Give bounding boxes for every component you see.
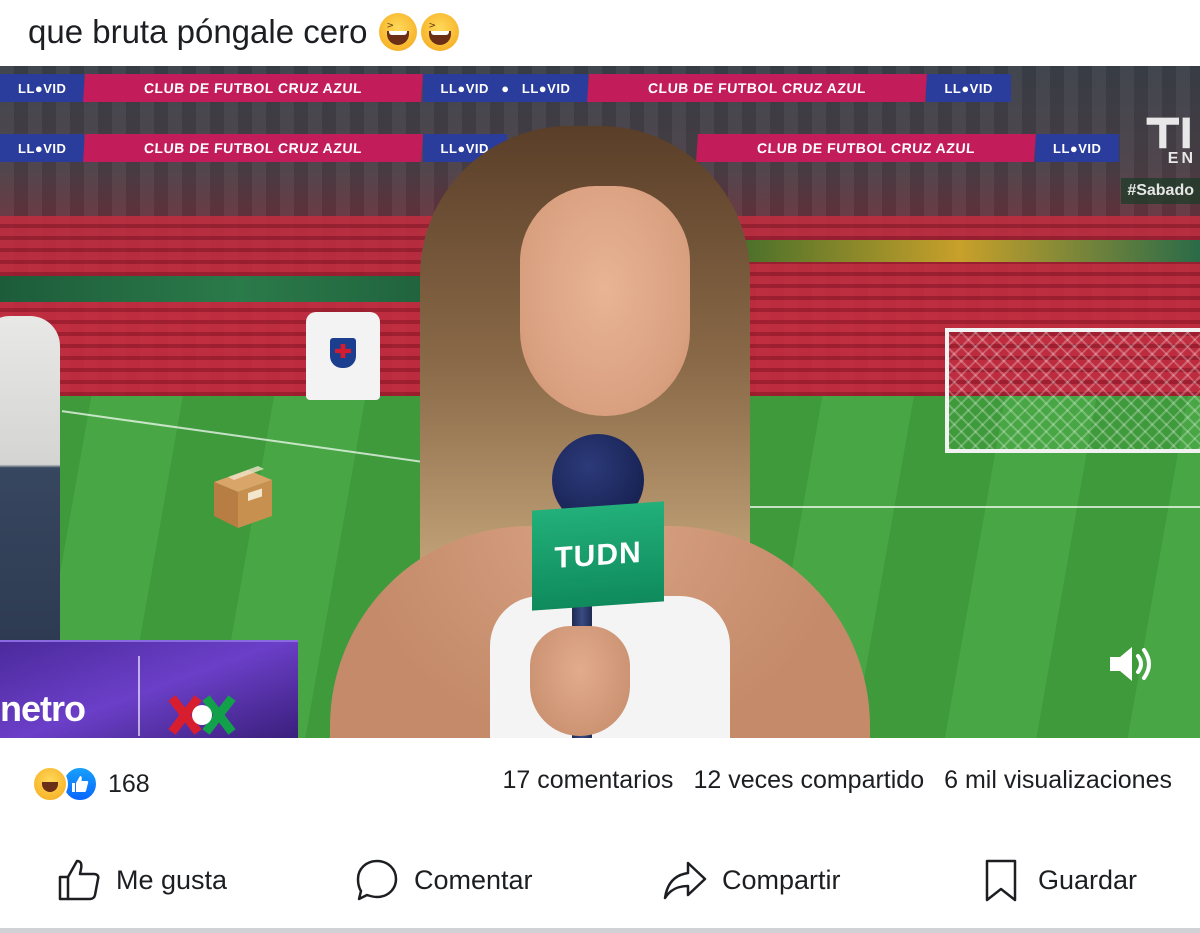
shares-count-link[interactable]: 12 veces compartido xyxy=(693,766,924,795)
comment-bubble-icon xyxy=(356,859,398,901)
mic-flag-logo: TUDN xyxy=(532,501,664,611)
like-label: Me gusta xyxy=(116,864,228,895)
bookmark-icon xyxy=(985,859,1017,902)
person-figure xyxy=(0,316,60,646)
share-label: Compartir xyxy=(722,864,841,895)
tv-logo-icon xyxy=(1146,117,1190,149)
reactions-summary[interactable]: 168 xyxy=(32,766,150,802)
grinning-squinting-face-icon: >< xyxy=(421,13,460,51)
caption-text: que bruta póngale cero xyxy=(28,13,368,50)
goal-net xyxy=(945,328,1200,453)
reporter: TUDN xyxy=(330,126,870,738)
video-player[interactable]: LL●VID CLUB DE FUTBOL CRUZ AZUL LL●VID ●… xyxy=(0,66,1200,738)
banner-text: CLUB DE FUTBOL CRUZ AZUL xyxy=(83,74,424,102)
comment-button[interactable]: Comentar xyxy=(354,852,533,908)
stadium-banner-top: LL●VID CLUB DE FUTBOL CRUZ AZUL LL●VID ●… xyxy=(0,74,1200,102)
banner-text: CLUB DE FUTBOL CRUZ AZUL xyxy=(587,74,928,102)
grinning-squinting-face-icon: >< xyxy=(379,13,418,51)
haha-reaction-icon xyxy=(32,766,68,802)
share-button[interactable]: Compartir xyxy=(662,852,841,908)
share-arrow-icon xyxy=(663,861,707,900)
views-count: 6 mil visualizaciones xyxy=(944,766,1172,794)
broadcast-ticker: netro xyxy=(0,640,298,738)
like-button[interactable]: Me gusta xyxy=(56,852,227,908)
post-caption: que bruta póngale cero >< >< xyxy=(28,4,460,60)
comments-count-link[interactable]: 17 comentarios xyxy=(503,766,674,795)
package-icon xyxy=(214,466,272,528)
speaker-on-icon[interactable] xyxy=(1106,642,1156,686)
reaction-count: 168 xyxy=(108,769,150,798)
save-button[interactable]: Guardar xyxy=(978,852,1137,908)
thumbs-up-icon xyxy=(58,859,100,901)
post-actions: Me gusta Comentar Compartir Guardar xyxy=(0,840,1200,920)
post-stats: 168 17 comentarios 12 veces compartido 6… xyxy=(0,760,1200,810)
save-label: Guardar xyxy=(1038,864,1138,895)
broadcast-hashtag: #Sabado xyxy=(1121,178,1200,204)
liga-mx-logo-icon xyxy=(168,695,236,735)
bottom-divider xyxy=(0,928,1200,933)
channel-logo: EN xyxy=(1140,114,1200,174)
comment-label: Comentar xyxy=(414,864,533,895)
ticker-brand: netro xyxy=(0,688,86,729)
